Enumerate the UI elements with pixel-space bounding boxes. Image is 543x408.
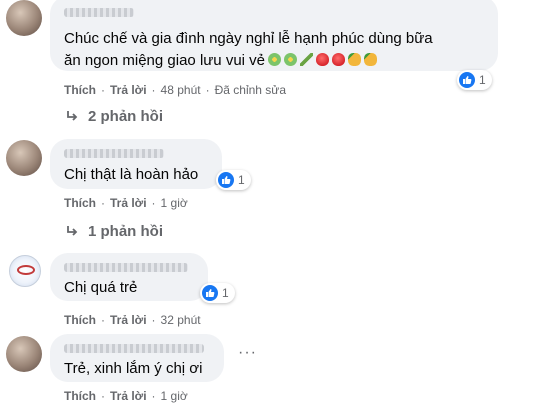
pine-emoji-icon xyxy=(348,53,362,66)
avatar[interactable] xyxy=(9,255,41,287)
commenter-name[interactable] xyxy=(64,8,134,17)
timestamp[interactable]: 1 giờ xyxy=(161,389,188,403)
reaction-count: 1 xyxy=(479,73,486,87)
reply-button[interactable]: Trả lời xyxy=(110,313,147,327)
emoji-row xyxy=(265,52,378,69)
reaction-count-badge[interactable]: 1 xyxy=(216,170,251,190)
separator-dot: · xyxy=(101,83,105,97)
timestamp[interactable]: 32 phút xyxy=(161,313,201,327)
commenter-name[interactable] xyxy=(64,344,204,353)
comment-text-line-2: ăn ngon miệng giao lưu vui vẻ xyxy=(64,50,378,72)
avatar[interactable] xyxy=(6,336,42,372)
avatar[interactable] xyxy=(6,0,42,36)
reply-arrow-icon xyxy=(67,225,78,236)
comment-text: Trẻ, xinh lắm ý chị ơi xyxy=(64,360,203,377)
comment-actions: Thích · Trả lời · 1 giờ xyxy=(64,196,188,210)
edited-label: Đã chỉnh sửa xyxy=(214,83,286,97)
comment-text: Chị quá trẻ xyxy=(64,279,138,296)
berry-emoji-icon xyxy=(316,53,330,66)
reply-button[interactable]: Trả lời xyxy=(110,196,147,210)
separator-dot: · xyxy=(101,389,105,403)
like-button[interactable]: Thích xyxy=(64,389,96,403)
reply-arrow-icon xyxy=(67,110,78,121)
like-icon xyxy=(218,172,234,188)
more-options-icon[interactable]: ··· xyxy=(238,344,257,362)
like-button[interactable]: Thích xyxy=(64,196,96,210)
separator-dot: · xyxy=(151,313,156,327)
reaction-count: 1 xyxy=(222,286,229,300)
reply-button[interactable]: Trả lời xyxy=(110,83,147,97)
avatar[interactable] xyxy=(6,140,42,176)
replies-label: 1 phản hồi xyxy=(88,223,163,240)
comment-actions: Thích · Trả lời · 1 giờ xyxy=(64,389,188,403)
reaction-count-badge[interactable]: 1 xyxy=(457,70,492,90)
view-replies-button[interactable]: 1 phản hồi xyxy=(66,223,163,240)
berry-emoji-icon xyxy=(332,53,346,66)
commenter-name[interactable] xyxy=(64,263,188,272)
separator-dot: · xyxy=(151,83,156,97)
like-button[interactable]: Thích xyxy=(64,313,96,327)
reply-button[interactable]: Trả lời xyxy=(110,389,147,403)
pine-emoji-icon xyxy=(364,53,378,66)
comment-actions: Thích · Trả lời · 48 phút · Đã chỉnh sửa xyxy=(64,83,286,97)
like-button[interactable]: Thích xyxy=(64,83,96,97)
comment-actions: Thích · Trả lời · 32 phút xyxy=(64,313,201,327)
timestamp[interactable]: 1 giờ xyxy=(161,196,188,210)
like-icon xyxy=(459,72,475,88)
reaction-count-badge[interactable]: 1 xyxy=(200,283,235,303)
comment-text-line-2-text: ăn ngon miệng giao lưu vui vẻ xyxy=(64,52,266,69)
separator-dot: · xyxy=(101,196,105,210)
commenter-name[interactable] xyxy=(64,149,164,158)
flower-emoji-icon xyxy=(268,53,282,66)
view-replies-button[interactable]: 2 phản hồi xyxy=(66,108,163,125)
reaction-count: 1 xyxy=(238,173,245,187)
flower-emoji-icon xyxy=(284,53,298,66)
separator-dot: · xyxy=(151,389,156,403)
replies-label: 2 phản hồi xyxy=(88,108,163,125)
comment-text: Chị thật là hoàn hảo xyxy=(64,166,199,183)
timestamp[interactable]: 48 phút xyxy=(161,83,201,97)
stick-emoji-icon xyxy=(300,53,314,66)
separator-dot: · xyxy=(151,196,156,210)
separator-dot: · xyxy=(101,313,105,327)
comment-text-line-1: Chúc chế và gia đình ngày nghỉ lễ hạnh p… xyxy=(64,30,433,47)
like-icon xyxy=(202,285,218,301)
separator-dot: · xyxy=(205,83,210,97)
